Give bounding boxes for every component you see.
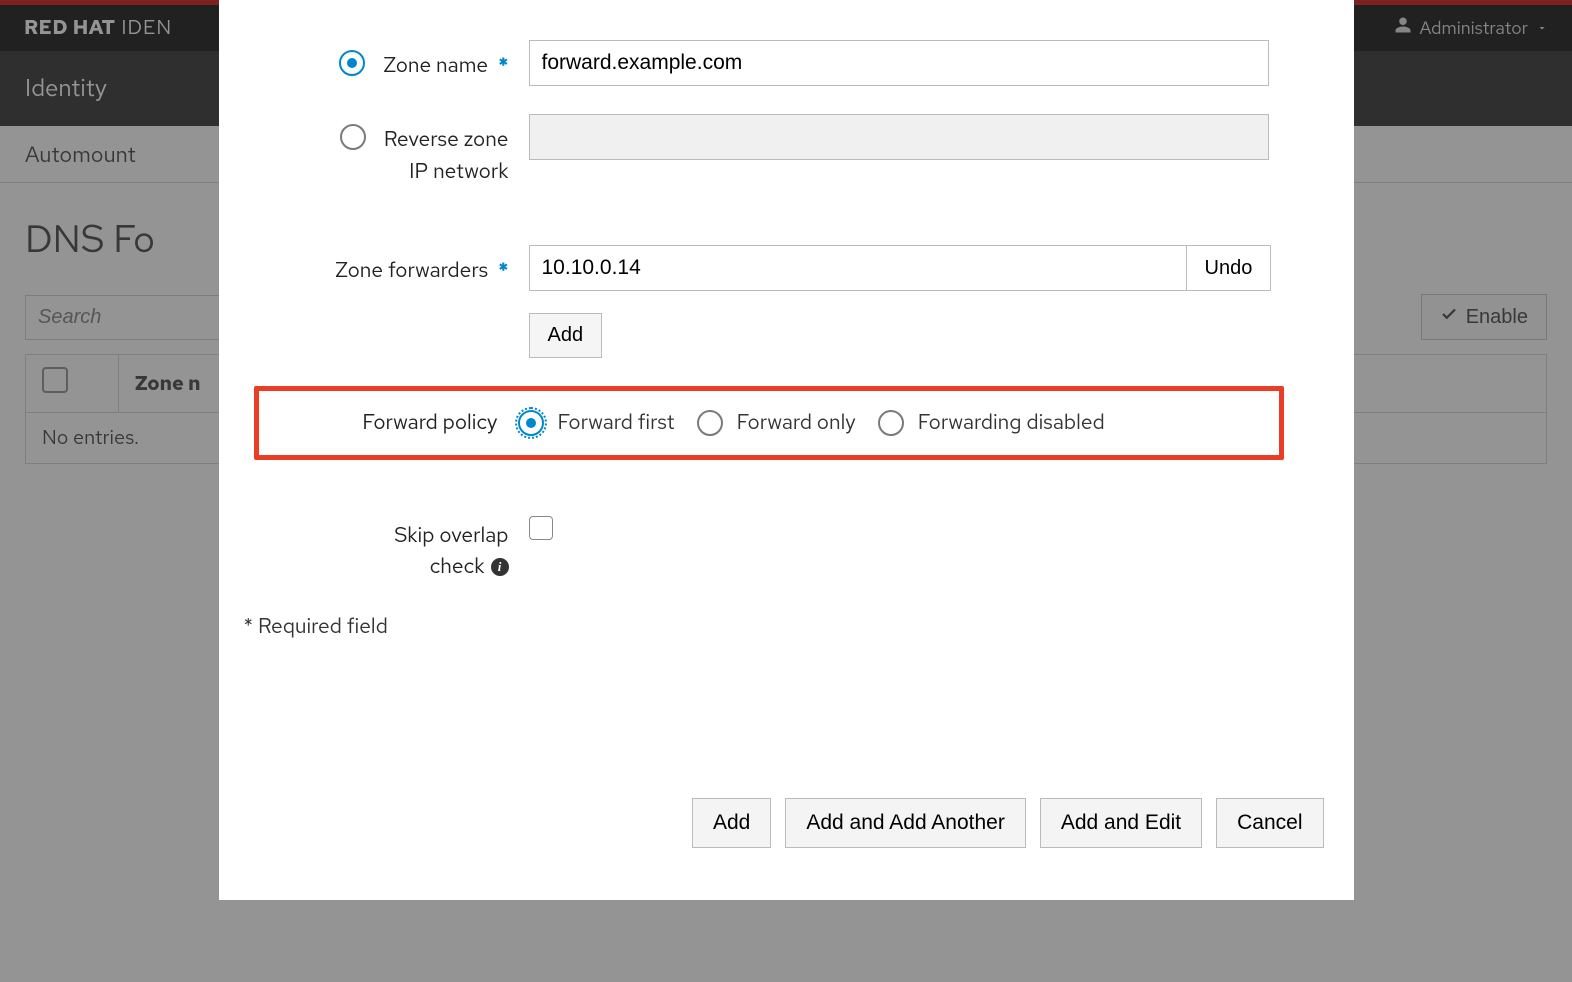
required-asterisk: * [498, 50, 508, 82]
reverse-zone-radio[interactable] [340, 124, 366, 150]
forward-first-radio[interactable] [518, 410, 544, 436]
reverse-zone-input [529, 114, 1269, 160]
modal-overlay: Zone name * Reverse zone IP network [0, 0, 1572, 982]
undo-forwarder-button[interactable]: Undo [1187, 245, 1272, 291]
forwarding-disabled-label: Forwarding disabled [918, 409, 1105, 436]
forwarding-disabled-radio[interactable] [878, 410, 904, 436]
add-forwarder-button[interactable]: Add [529, 313, 603, 358]
skip-overlap-label-l1: Skip overlap [394, 522, 508, 549]
dialog-add-button[interactable]: Add [692, 798, 771, 848]
info-icon[interactable]: i [491, 558, 509, 576]
reverse-zone-label-l1: Reverse zone [384, 126, 509, 153]
zone-forwarders-label: Zone forwarders [335, 255, 488, 287]
required-field-note: * Required field [244, 613, 1324, 640]
skip-overlap-label-l2: check [430, 551, 485, 583]
zone-name-input[interactable] [529, 40, 1269, 86]
zone-name-label: Zone name [383, 50, 488, 82]
reverse-zone-label-l2: IP network [409, 158, 508, 185]
dialog-cancel-button[interactable]: Cancel [1216, 798, 1323, 848]
dialog-add-another-button[interactable]: Add and Add Another [785, 798, 1026, 848]
skip-overlap-checkbox[interactable] [529, 516, 553, 540]
add-forward-zone-dialog: Zone name * Reverse zone IP network [219, 0, 1354, 900]
forward-first-label: Forward first [558, 409, 675, 436]
forward-only-radio[interactable] [697, 410, 723, 436]
forward-policy-label: Forward policy [362, 407, 497, 439]
forward-only-label: Forward only [737, 409, 856, 436]
forwarder-input[interactable] [529, 245, 1187, 291]
required-asterisk: * [498, 255, 508, 287]
dialog-add-edit-button[interactable]: Add and Edit [1040, 798, 1202, 848]
forward-policy-highlight: Forward policy Forward first Forward onl… [254, 386, 1284, 460]
zone-name-radio[interactable] [339, 50, 365, 76]
